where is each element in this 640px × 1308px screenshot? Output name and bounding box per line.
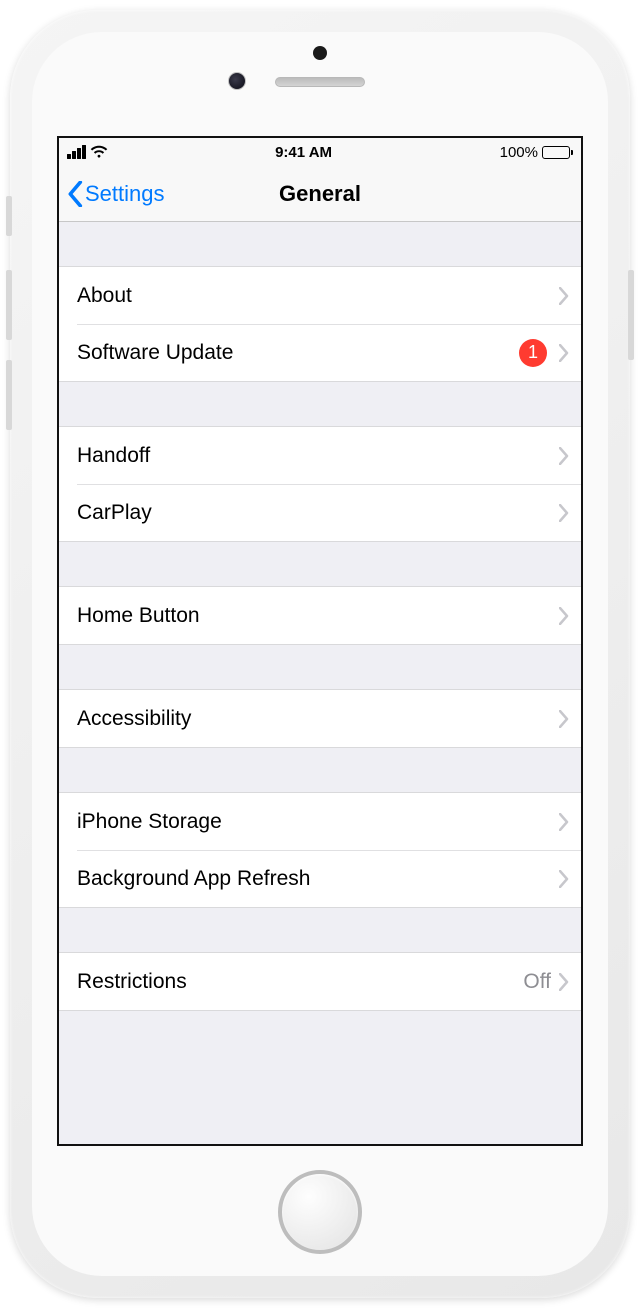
volume-down-button[interactable] [6,360,12,430]
power-button[interactable] [628,270,634,360]
settings-list: About Software Update 1 Handoff [59,222,581,1011]
navigation-bar: Settings General [59,166,581,222]
row-label: About [77,284,559,308]
page-title: General [279,181,361,207]
battery-icon [542,146,573,159]
row-background-app-refresh[interactable]: Background App Refresh [59,850,581,907]
row-accessibility[interactable]: Accessibility [59,690,581,747]
row-label: Accessibility [77,707,559,731]
status-bar: 9:41 AM 100% [59,138,581,166]
back-label: Settings [85,181,165,207]
row-carplay[interactable]: CarPlay [59,484,581,541]
chevron-right-icon [559,504,569,522]
chevron-right-icon [559,973,569,991]
iphone-device-frame: 9:41 AM 100% Settings General [10,10,630,1298]
back-button[interactable]: Settings [67,181,165,207]
row-label: CarPlay [77,501,559,525]
row-label: Background App Refresh [77,867,559,891]
row-handoff[interactable]: Handoff [59,427,581,484]
chevron-right-icon [559,813,569,831]
chevron-left-icon [67,181,83,207]
earpiece-speaker [275,77,365,87]
status-time: 9:41 AM [275,144,332,161]
cellular-signal-icon [67,145,86,159]
chevron-right-icon [559,870,569,888]
mute-switch[interactable] [6,196,12,236]
row-label: Software Update [77,341,519,365]
wifi-icon [90,145,108,159]
row-about[interactable]: About [59,267,581,324]
chevron-right-icon [559,710,569,728]
row-value: Off [523,970,551,994]
row-label: Home Button [77,604,559,628]
notification-badge: 1 [519,339,547,367]
row-label: Restrictions [77,970,523,994]
row-iphone-storage[interactable]: iPhone Storage [59,793,581,850]
screen: 9:41 AM 100% Settings General [57,136,583,1146]
row-home-button[interactable]: Home Button [59,587,581,644]
row-software-update[interactable]: Software Update 1 [59,324,581,381]
row-restrictions[interactable]: Restrictions Off [59,953,581,1010]
volume-up-button[interactable] [6,270,12,340]
chevron-right-icon [559,344,569,362]
front-camera [228,72,246,90]
chevron-right-icon [559,447,569,465]
proximity-sensor [313,46,327,60]
chevron-right-icon [559,287,569,305]
chevron-right-icon [559,607,569,625]
row-label: Handoff [77,444,559,468]
battery-percentage: 100% [500,144,538,161]
home-button[interactable] [278,1170,362,1254]
row-label: iPhone Storage [77,810,559,834]
